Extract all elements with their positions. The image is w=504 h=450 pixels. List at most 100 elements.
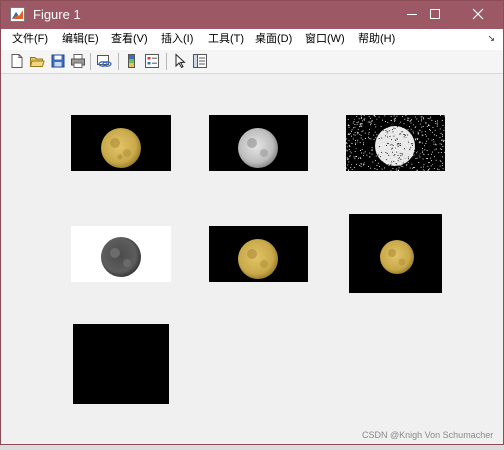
noise-speck [414, 126, 416, 128]
noise-speck [368, 134, 370, 136]
noise-speck [429, 168, 431, 170]
legend-icon[interactable] [144, 53, 160, 69]
noise-speck [356, 166, 358, 168]
noise-speck [438, 150, 439, 152]
subplot-black-image[interactable] [73, 324, 169, 404]
colorbar-icon[interactable] [124, 53, 140, 69]
noise-speck [348, 170, 349, 171]
noise-speck [356, 156, 357, 157]
menu-view[interactable]: 查看(V) [111, 33, 148, 46]
noise-speck [359, 126, 360, 128]
noise-speck [415, 146, 417, 148]
menu-tools[interactable]: 工具(T) [208, 33, 244, 46]
noise-speck [394, 120, 396, 122]
noise-speck [426, 118, 428, 120]
noise-speck [363, 152, 365, 154]
noise-speck [410, 120, 412, 121]
noise-speck [428, 148, 429, 150]
noise-speck [412, 145, 413, 146]
noise-speck [389, 169, 391, 171]
noise-speck [418, 120, 419, 122]
noise-speck [372, 125, 374, 127]
noise-speck [433, 139, 434, 140]
subplot-moon-color-copy[interactable] [209, 226, 308, 282]
moon-inverted-image [71, 226, 171, 282]
noise-speck [412, 118, 414, 120]
title-bar[interactable]: Figure 1 [1, 1, 503, 29]
noise-speck [353, 156, 355, 158]
noise-speck [425, 158, 427, 159]
noise-speck [404, 148, 405, 150]
noise-speck [418, 142, 420, 144]
noise-speck [376, 165, 378, 166]
noise-speck [417, 132, 419, 134]
noise-speck [444, 150, 445, 152]
menu-desktop[interactable]: 桌面(D) [255, 33, 292, 46]
noise-speck [426, 134, 427, 135]
noise-speck [420, 116, 422, 118]
noise-speck [444, 116, 445, 118]
noise-speck [378, 133, 380, 135]
noise-speck [370, 128, 372, 130]
noise-speck [370, 140, 372, 142]
open-file-icon[interactable] [29, 53, 45, 69]
noise-speck [423, 124, 425, 125]
noise-speck [432, 145, 433, 147]
noise-speck [356, 123, 358, 125]
pointer-icon[interactable] [172, 53, 188, 69]
noise-speck [429, 118, 431, 120]
subplot-moon-color-original[interactable] [71, 115, 171, 171]
noise-speck [392, 145, 394, 146]
toolbar-expand-icon[interactable]: ↘ [487, 33, 495, 44]
subplot-moon-noise[interactable] [346, 115, 445, 171]
save-icon[interactable] [50, 53, 66, 69]
noise-speck [410, 159, 412, 161]
noise-speck [417, 169, 418, 171]
noise-speck [414, 162, 416, 163]
noise-speck [417, 147, 419, 149]
noise-speck [352, 132, 354, 134]
noise-speck [400, 149, 402, 151]
menu-file[interactable]: 文件(F) [12, 33, 48, 46]
noise-speck [346, 148, 348, 150]
print-icon[interactable] [70, 53, 86, 69]
noise-speck [369, 128, 371, 130]
noise-speck [414, 116, 416, 118]
noise-speck [369, 155, 371, 157]
noise-speck [397, 143, 399, 144]
menu-help[interactable]: 帮助(H) [358, 33, 395, 46]
menu-edit[interactable]: 编辑(E) [62, 33, 99, 46]
noise-speck [427, 165, 429, 167]
subplot-moon-inverted[interactable] [71, 226, 171, 282]
noise-speck [372, 115, 374, 117]
noise-speck [379, 146, 381, 148]
link-plot-icon[interactable] [96, 53, 112, 69]
noise-speck [440, 115, 441, 116]
noise-speck [360, 158, 362, 159]
noise-speck [346, 163, 348, 165]
noise-speck [416, 138, 417, 140]
subplot-moon-grayscale[interactable] [209, 115, 308, 171]
noise-speck [424, 159, 426, 161]
noise-speck [374, 116, 376, 117]
noise-speck [392, 129, 393, 130]
noise-speck [406, 145, 408, 147]
close-button[interactable] [456, 1, 502, 29]
menu-insert[interactable]: 插入(I) [161, 33, 193, 46]
new-figure-icon[interactable] [9, 53, 25, 69]
noise-speck [400, 165, 402, 167]
noise-speck [370, 121, 372, 123]
noise-speck [378, 116, 380, 118]
noise-speck [423, 135, 425, 137]
noise-speck [416, 150, 418, 152]
menu-window[interactable]: 窗口(W) [305, 33, 345, 46]
noise-speck [433, 168, 435, 169]
noise-speck [396, 159, 397, 161]
figure-canvas[interactable] [8, 74, 496, 444]
figure-toolbar [1, 50, 503, 74]
property-inspector-icon[interactable] [192, 53, 208, 69]
noise-speck [407, 134, 409, 136]
noise-speck [395, 149, 397, 151]
maximize-button[interactable] [413, 1, 459, 29]
subplot-moon-color-square[interactable] [349, 214, 442, 293]
